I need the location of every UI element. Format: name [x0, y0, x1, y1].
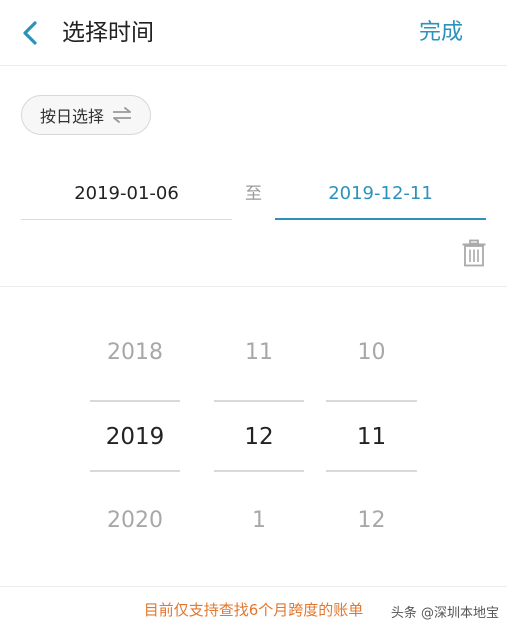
trash-icon[interactable]: [461, 239, 487, 267]
done-button[interactable]: 完成: [419, 17, 463, 49]
wheel-selection-line: [326, 470, 417, 472]
day-option-prev[interactable]: 10: [326, 335, 417, 371]
year-wheel[interactable]: 2018 2019 2020: [90, 322, 180, 552]
year-option-prev[interactable]: 2018: [90, 335, 180, 371]
page-title: 选择时间: [62, 20, 154, 46]
end-date-field[interactable]: 2019-12-11: [275, 168, 486, 220]
year-option-selected[interactable]: 2019: [90, 419, 180, 455]
swap-icon: [113, 107, 131, 123]
month-wheel[interactable]: 11 12 1: [214, 322, 304, 552]
date-mode-toggle[interactable]: 按日选择: [21, 95, 151, 135]
start-date-field[interactable]: 2019-01-06: [21, 168, 232, 220]
section-divider: [0, 286, 507, 287]
footer-divider: [0, 586, 507, 587]
wheel-selection-line: [214, 400, 304, 402]
watermark: 头条 @深圳本地宝: [390, 606, 499, 621]
day-option-next[interactable]: 12: [326, 503, 417, 539]
day-wheel[interactable]: 10 11 12: [326, 322, 417, 552]
month-option-prev[interactable]: 11: [214, 335, 304, 371]
wheel-selection-line: [326, 400, 417, 402]
wheel-selection-line: [90, 400, 180, 402]
wheel-selection-line: [90, 470, 180, 472]
range-separator: 至: [245, 183, 262, 204]
top-bar: 选择时间 完成: [0, 0, 507, 66]
month-option-selected[interactable]: 12: [214, 419, 304, 455]
date-mode-label: 按日选择: [39, 107, 104, 126]
month-option-next[interactable]: 1: [214, 503, 304, 539]
year-option-next[interactable]: 2020: [90, 503, 180, 539]
back-arrow-icon[interactable]: [18, 18, 44, 48]
wheel-selection-line: [214, 470, 304, 472]
day-option-selected[interactable]: 11: [326, 419, 417, 455]
